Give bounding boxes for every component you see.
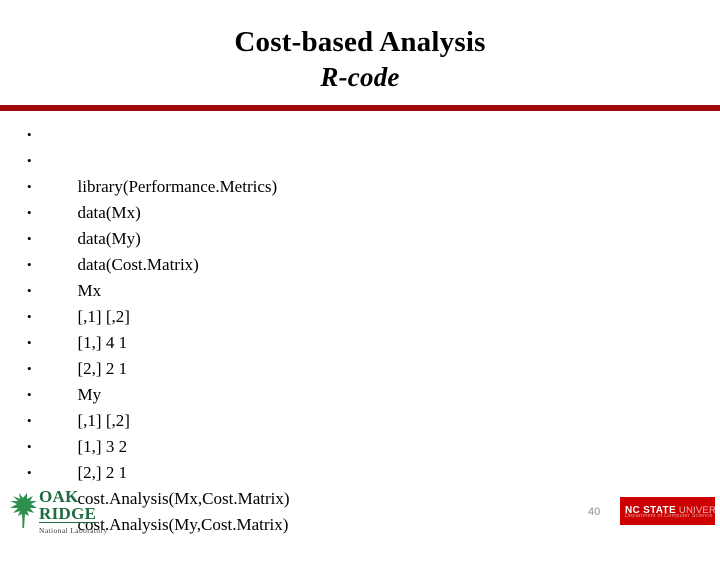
ornl-line-national-laboratory: National Laboratory xyxy=(39,526,108,535)
ornl-line-ridge: RIDGE xyxy=(39,504,97,523)
list-item: • cost.Analysis(My,Cost.Matrix) xyxy=(22,460,682,534)
list-item: • [2,] 2 1 xyxy=(22,408,682,482)
list-item: • My xyxy=(22,330,682,404)
bullet-icon: • xyxy=(27,465,32,480)
page-number: 40 xyxy=(588,506,601,518)
bullet-icon: • xyxy=(27,309,32,324)
title-block: Cost-based Analysis R-code xyxy=(0,24,720,94)
list-item: • library(Performance.Metrics) xyxy=(22,122,682,196)
bullet-icon: • xyxy=(27,335,32,350)
list-item: • data(My) xyxy=(22,174,682,248)
list-item: • [2,] 2 1 xyxy=(22,304,682,378)
bullet-icon: • xyxy=(27,361,32,376)
oak-ridge-logo: OAK RIDGE National Laboratory xyxy=(6,488,124,536)
list-item: • [1,] 4 1 xyxy=(22,278,682,352)
list-item: • [,1] [,2] xyxy=(22,252,682,326)
oak-leaf-icon xyxy=(6,490,40,530)
oak-ridge-wordmark: OAK RIDGE National Laboratory xyxy=(39,488,125,536)
page-title: Cost-based Analysis xyxy=(234,26,486,58)
ncsu-line-department: Department of Computer Science xyxy=(625,513,713,519)
bullet-icon: • xyxy=(27,153,32,168)
slide-canvas: Cost-based Analysis R-code • library(Per… xyxy=(0,0,720,540)
bullet-icon: • xyxy=(27,231,32,246)
bullet-icon: • xyxy=(27,283,32,298)
bullet-icon: • xyxy=(27,413,32,428)
nc-state-logo: NC STATEUNIVERSITY Department of Compute… xyxy=(620,497,715,525)
bullet-icon: • xyxy=(27,179,32,194)
title-divider-rule xyxy=(0,105,720,111)
list-item: • [1,] 3 2 xyxy=(22,382,682,456)
bullet-icon: • xyxy=(27,439,32,454)
bullet-icon: • xyxy=(27,257,32,272)
list-item: • [,1] [,2] xyxy=(22,356,682,430)
list-item: • cost.Analysis(Mx,Cost.Matrix) xyxy=(22,434,682,508)
bullet-icon: • xyxy=(27,205,32,220)
bullet-icon: • xyxy=(27,387,32,402)
code-bullet-list: • library(Performance.Metrics) • data(Mx… xyxy=(22,122,682,534)
bullet-icon: • xyxy=(27,127,32,142)
list-item: • data(Mx) xyxy=(22,148,682,222)
page-subtitle: R-code xyxy=(320,62,400,92)
list-item: • Mx xyxy=(22,226,682,300)
ornl-line-oak: OAK xyxy=(39,487,79,506)
list-item: • data(Cost.Matrix) xyxy=(22,200,682,274)
